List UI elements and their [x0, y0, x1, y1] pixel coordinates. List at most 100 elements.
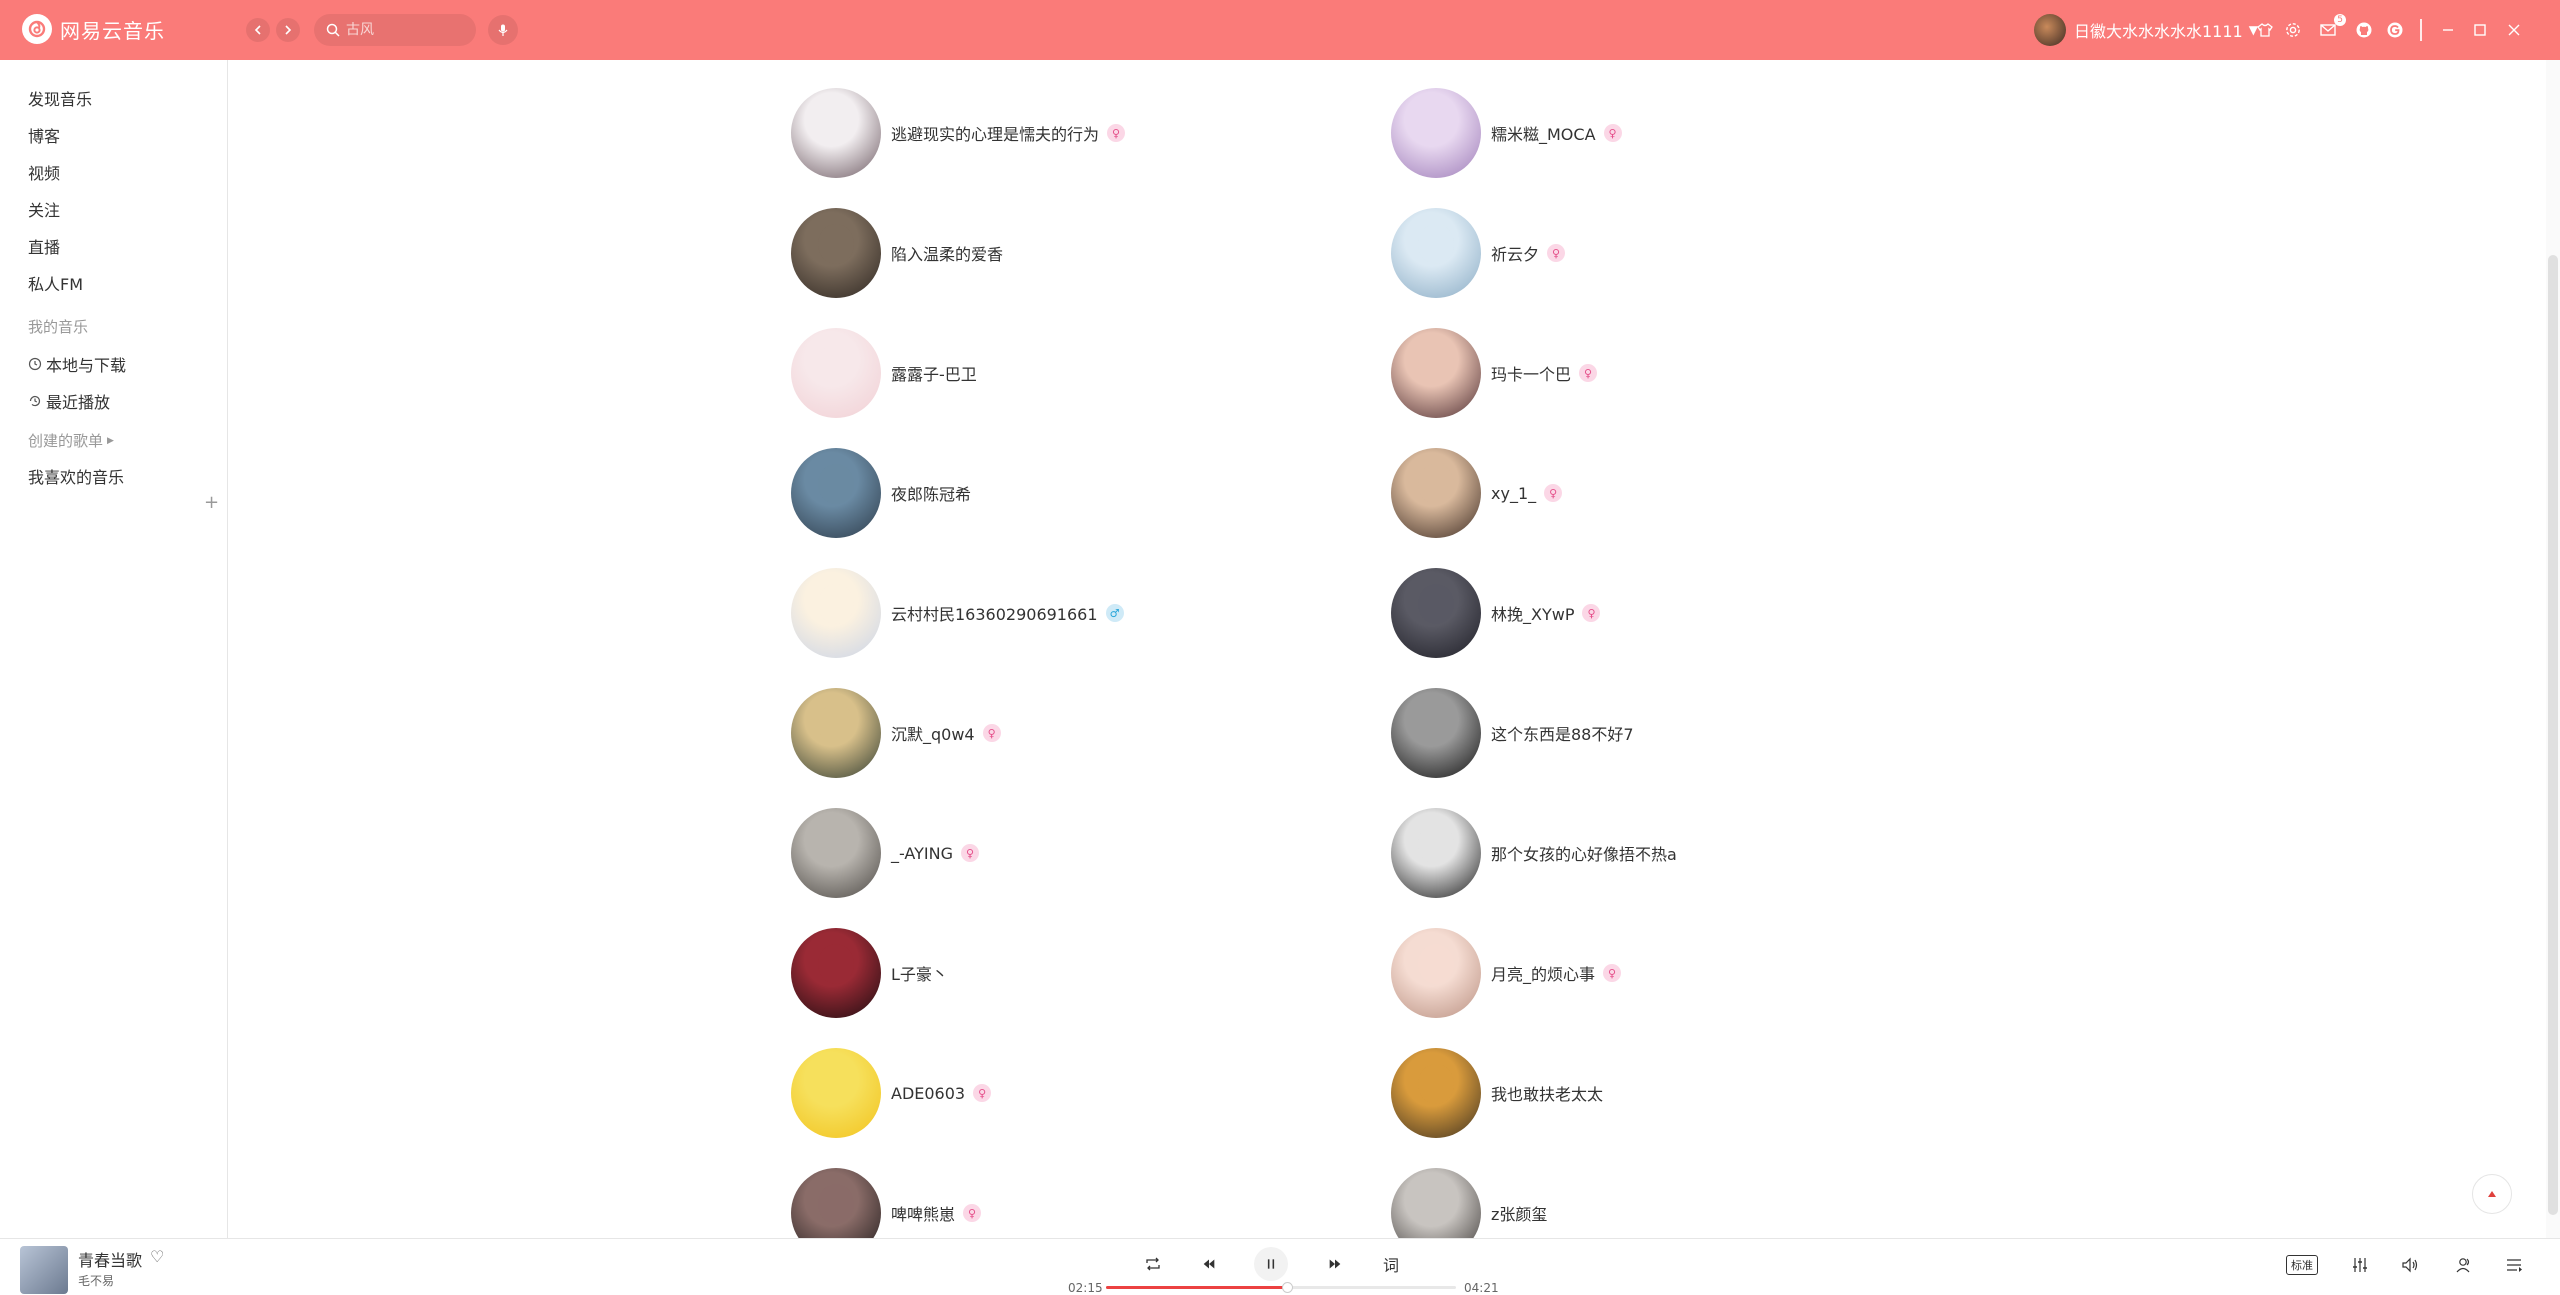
user-item[interactable]: 夜郎陈冠希: [791, 448, 971, 538]
app-logo[interactable]: 网易云音乐: [22, 14, 165, 44]
sidebar-item-liked-music[interactable]: 我喜欢的音乐: [28, 464, 124, 488]
avatar[interactable]: [1391, 808, 1481, 898]
equalizer-button[interactable]: [2348, 1253, 2372, 1277]
user-item[interactable]: 逃避现实的心理是懦夫的行为 ♀: [791, 88, 1126, 178]
avatar[interactable]: [1391, 328, 1481, 418]
user-item[interactable]: 露露子-巴卫: [791, 328, 977, 418]
volume-button[interactable]: [2398, 1253, 2422, 1277]
sidebar-item-live[interactable]: 直播: [28, 234, 60, 258]
created-playlists-heading[interactable]: 创建的歌单 ▶: [28, 430, 114, 451]
play-mode-button[interactable]: [1136, 1247, 1170, 1281]
avatar[interactable]: [1391, 208, 1481, 298]
avatar[interactable]: [1391, 1168, 1481, 1238]
song-title[interactable]: 青春当歌: [78, 1247, 142, 1271]
pause-button[interactable]: [1254, 1247, 1288, 1281]
user-item[interactable]: 月亮_的烦心事 ♀: [1391, 928, 1622, 1018]
user-name[interactable]: 这个东西是88不好7: [1491, 721, 1634, 745]
user-name[interactable]: xy_1_: [1491, 484, 1536, 503]
g-button[interactable]: [2383, 18, 2407, 42]
github-button[interactable]: [2352, 18, 2376, 42]
forward-button[interactable]: [276, 18, 300, 42]
scrollbar-thumb[interactable]: [2548, 255, 2558, 1215]
user-name[interactable]: 林挽_XYwP: [1491, 601, 1574, 625]
avatar[interactable]: [1391, 448, 1481, 538]
artist-name[interactable]: 毛不易: [78, 1272, 114, 1289]
user-name[interactable]: 露露子-巴卫: [891, 361, 977, 385]
avatar[interactable]: [791, 208, 881, 298]
voice-search-button[interactable]: [488, 15, 518, 45]
avatar[interactable]: [791, 688, 881, 778]
heart-icon[interactable]: ♡: [150, 1247, 164, 1266]
user-item[interactable]: 陷入温柔的爱香: [791, 208, 1003, 298]
user-item[interactable]: 糯米糍_MOCA ♀: [1391, 88, 1622, 178]
maximize-button[interactable]: [2468, 18, 2492, 42]
user-item[interactable]: 这个东西是88不好7: [1391, 688, 1634, 778]
avatar[interactable]: [791, 1048, 881, 1138]
quality-button[interactable]: 标准: [2286, 1253, 2318, 1277]
user-name[interactable]: 啤啤熊崽: [891, 1201, 955, 1225]
close-button[interactable]: [2502, 18, 2526, 42]
user-name[interactable]: 月亮_的烦心事: [1491, 961, 1595, 985]
avatar[interactable]: [1391, 88, 1481, 178]
minimize-button[interactable]: [2436, 18, 2460, 42]
search-input[interactable]: [346, 22, 466, 38]
avatar[interactable]: [791, 928, 881, 1018]
previous-button[interactable]: [1192, 1247, 1226, 1281]
sidebar-item-podcast[interactable]: 博客: [28, 123, 60, 147]
next-button[interactable]: [1318, 1247, 1352, 1281]
user-item[interactable]: 啤啤熊崽 ♀: [791, 1168, 982, 1238]
user-name[interactable]: 日徽大水水水水水1111: [2074, 18, 2243, 42]
search-box[interactable]: [314, 14, 476, 46]
settings-button[interactable]: [2281, 18, 2305, 42]
user-item[interactable]: L子豪丶: [791, 928, 948, 1018]
user-item[interactable]: 那个女孩的心好像捂不热a: [1391, 808, 1677, 898]
back-button[interactable]: [246, 18, 270, 42]
user-item[interactable]: z张颜玺: [1391, 1168, 1547, 1238]
user-name[interactable]: ADE0603: [891, 1084, 965, 1103]
sidebar-item-local-download[interactable]: 本地与下载: [28, 352, 126, 376]
avatar[interactable]: [791, 328, 881, 418]
user-name[interactable]: 夜郎陈冠希: [891, 481, 971, 505]
progress-knob[interactable]: [1281, 1282, 1293, 1293]
user-name[interactable]: 沉默_q0w4: [891, 721, 975, 745]
user-name[interactable]: 云村村民16360290691661: [891, 601, 1098, 625]
sidebar-item-discover[interactable]: 发现音乐: [28, 86, 92, 110]
user-name[interactable]: 祈云夕: [1491, 241, 1539, 265]
album-cover[interactable]: [20, 1246, 68, 1294]
skin-button[interactable]: [2253, 18, 2277, 42]
sidebar-item-follow[interactable]: 关注: [28, 197, 60, 221]
user-name[interactable]: 我也敢扶老太太: [1491, 1081, 1603, 1105]
sidebar-item-fm[interactable]: 私人FM: [28, 271, 83, 295]
avatar[interactable]: [791, 88, 881, 178]
back-to-top-button[interactable]: [2472, 1174, 2512, 1214]
user-item[interactable]: 沉默_q0w4 ♀: [791, 688, 1001, 778]
listen-together-button[interactable]: [2452, 1253, 2476, 1277]
sidebar-item-recent[interactable]: 最近播放: [28, 389, 110, 413]
avatar[interactable]: [791, 448, 881, 538]
user-avatar[interactable]: [2034, 14, 2066, 46]
user-name[interactable]: _-AYING: [891, 844, 953, 863]
lyrics-button[interactable]: 词: [1374, 1247, 1408, 1281]
playlist-button[interactable]: [2502, 1253, 2526, 1277]
avatar[interactable]: [1391, 688, 1481, 778]
user-item[interactable]: 祈云夕 ♀: [1391, 208, 1566, 298]
user-item[interactable]: 云村村民16360290691661 ♂: [791, 568, 1124, 658]
progress-bar[interactable]: [1106, 1282, 1456, 1293]
sidebar-item-video[interactable]: 视频: [28, 160, 60, 184]
add-playlist-button[interactable]: +: [204, 492, 219, 513]
avatar[interactable]: [1391, 568, 1481, 658]
user-name[interactable]: L子豪丶: [891, 961, 948, 985]
user-item[interactable]: xy_1_ ♀: [1391, 448, 1563, 538]
user-name[interactable]: z张颜玺: [1491, 1201, 1547, 1225]
user-name[interactable]: 玛卡一个巴: [1491, 361, 1571, 385]
user-name[interactable]: 那个女孩的心好像捂不热a: [1491, 841, 1677, 865]
avatar[interactable]: [1391, 928, 1481, 1018]
avatar[interactable]: [791, 808, 881, 898]
user-name[interactable]: 陷入温柔的爱香: [891, 241, 1003, 265]
user-item[interactable]: 我也敢扶老太太: [1391, 1048, 1603, 1138]
user-menu[interactable]: 日徽大水水水水水1111 ▼: [2034, 14, 2258, 46]
user-item[interactable]: _-AYING ♀: [791, 808, 979, 898]
user-item[interactable]: 玛卡一个巴 ♀: [1391, 328, 1598, 418]
user-item[interactable]: ADE0603 ♀: [791, 1048, 992, 1138]
avatar[interactable]: [1391, 1048, 1481, 1138]
